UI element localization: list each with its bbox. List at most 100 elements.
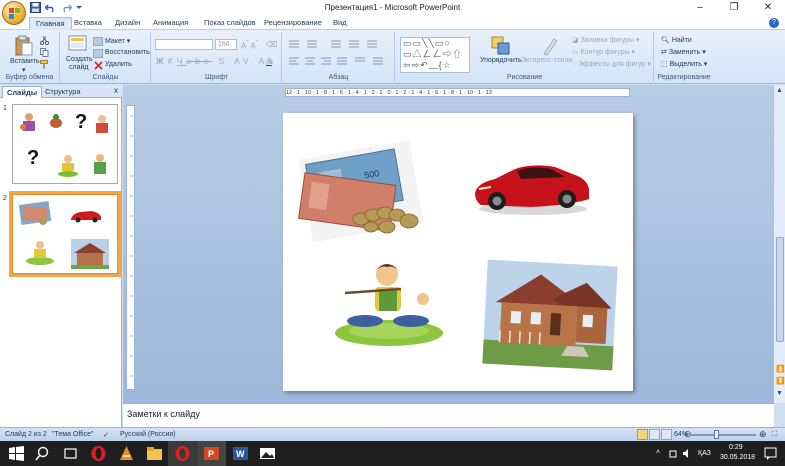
normal-view-icon[interactable] [637, 429, 648, 440]
paste-dropdown-icon[interactable]: ▾ [22, 66, 26, 74]
windows-start-icon[interactable] [8, 445, 25, 462]
car-image[interactable] [471, 153, 591, 219]
shape-fill-button[interactable]: ◪ Заливка фигуры ▾ [572, 36, 640, 44]
office-logo-icon [9, 8, 20, 19]
fit-slide-icon[interactable]: ⛶ [772, 431, 777, 439]
select-button[interactable]: ⬚ Выделить ▾ [661, 60, 707, 68]
shapes-gallery[interactable]: ▭▭╲╲▭○ ▭△ㄥㄥ⇨⇧ ⇦⇨↶﹏{☆ [400, 37, 470, 73]
alignment-icons[interactable] [287, 56, 391, 68]
slide-sorter-icon[interactable] [649, 429, 660, 440]
previous-slide-icon[interactable]: ⏫ [776, 365, 785, 373]
grow-font-icon[interactable]: Aˆ Aˇ [241, 40, 258, 51]
opera-icon[interactable] [90, 445, 107, 462]
vlc-icon[interactable] [118, 445, 135, 462]
zoom-slider[interactable] [690, 434, 756, 436]
network-icon[interactable] [668, 445, 678, 462]
delete-slide-button[interactable]: Удалить [105, 61, 132, 68]
format-painter-icon[interactable] [40, 60, 49, 69]
notes-placeholder: Заметки к слайду [127, 409, 200, 419]
tab-slides[interactable]: Слайды [2, 86, 43, 98]
arrange-icon[interactable] [491, 36, 511, 56]
clear-format-icon[interactable]: ⌫ [266, 40, 277, 49]
panel-tabs: Слайды Структура x [0, 85, 122, 98]
slideshow-view-icon[interactable] [661, 429, 672, 440]
vertical-scrollbar[interactable]: ▲ ⏫ ⏬ ▼ [773, 85, 785, 403]
tab-outline[interactable]: Структура [41, 86, 85, 98]
volume-icon[interactable] [682, 445, 692, 462]
word-icon[interactable]: W [232, 445, 249, 462]
scroll-up-icon[interactable]: ▲ [776, 87, 783, 94]
group-editing: 🔍︎ Найти ⇄ Заменить ▾ ⬚ Выделить ▾ Редак… [655, 32, 713, 82]
layout-button[interactable]: Макет ▾ [105, 37, 130, 45]
replace-button[interactable]: ⇄ Заменить ▾ [661, 48, 706, 56]
money-image[interactable]: 500 [297, 135, 429, 247]
notifications-icon[interactable] [762, 445, 779, 462]
font-family-combobox[interactable] [155, 39, 213, 50]
thumb2-boy-image [26, 241, 54, 265]
office-button[interactable] [2, 1, 26, 25]
close-button[interactable]: ✕ [751, 0, 785, 16]
scrollbar-thumb[interactable] [776, 237, 784, 342]
quick-styles-icon[interactable] [541, 36, 559, 56]
maximize-button[interactable]: ❐ [717, 0, 751, 16]
tab-review[interactable]: Рецензирование [258, 17, 328, 30]
find-button[interactable]: 🔍︎ Найти [661, 36, 692, 44]
tray-up-arrow-icon[interactable]: ˄ [656, 449, 660, 456]
minimize-button[interactable]: – [683, 0, 717, 16]
slide-thumbnail-1[interactable]: ? ? [12, 104, 118, 184]
zoom-slider-knob[interactable] [714, 430, 719, 439]
slide-thumbnail-2[interactable] [9, 191, 121, 277]
copy-icon[interactable] [40, 48, 49, 57]
font-style-icons[interactable]: ЖКЧabc S AV Aa [156, 56, 277, 66]
reset-button[interactable]: Восстановить [105, 49, 150, 56]
thumb1-question-mark-2: ? [27, 147, 40, 169]
clock-time[interactable]: 0:29 [729, 444, 743, 451]
language-indicator[interactable]: Русский (Россия) [120, 431, 176, 438]
tab-animation[interactable]: Анимация [147, 17, 194, 30]
arrange-button[interactable]: Упорядочить [480, 57, 522, 64]
thumb1-people-image [20, 113, 35, 131]
shape-effects-button[interactable]: ◌ Эффекты для фигур ▾ [572, 60, 651, 68]
help-icon[interactable]: ? [769, 18, 779, 28]
tab-insert[interactable]: Вставка [68, 17, 108, 30]
file-explorer-icon[interactable] [146, 445, 163, 462]
zoom-in-icon[interactable]: ⊕ [759, 429, 767, 440]
group-label-paragraph: Абзац [328, 74, 349, 81]
paste-icon[interactable] [14, 35, 34, 57]
paste-button[interactable]: Вставить [10, 58, 40, 65]
list-indent-icons[interactable] [287, 39, 391, 51]
slide-number-2: 2 [3, 195, 7, 202]
scroll-down-icon[interactable]: ▼ [776, 390, 783, 397]
tab-slideshow[interactable]: Показ слайдов [198, 17, 262, 30]
new-slide-button[interactable]: Создать [66, 56, 93, 63]
tab-home[interactable]: Главная [29, 17, 72, 30]
font-size-combobox[interactable]: 166 [215, 39, 237, 50]
notes-pane[interactable]: Заметки к слайду [123, 403, 774, 427]
slide-number-1: 1 [3, 105, 7, 112]
quick-styles-button[interactable]: Экспресс-стили [521, 57, 572, 64]
new-slide-icon[interactable] [68, 35, 88, 53]
photos-icon[interactable] [259, 445, 276, 462]
group-slides: Создать слайд Макет ▾ Восстановить Удали… [61, 32, 151, 82]
spellcheck-icon[interactable]: ✓ [103, 431, 109, 439]
new-slide-button-line2[interactable]: слайд [69, 64, 88, 71]
slide-counter: Слайд 2 из 2 [5, 431, 47, 438]
tab-view[interactable]: Вид [327, 17, 353, 30]
close-panel-icon[interactable]: x [114, 86, 118, 95]
boy-image[interactable] [331, 259, 443, 349]
title-bar: Презентация1 - Microsoft PowerPoint – ❐ … [0, 0, 785, 16]
font-color-icon[interactable]: A [266, 56, 272, 66]
tab-design[interactable]: Дизайн [109, 17, 146, 30]
task-view-icon[interactable] [62, 445, 79, 462]
next-slide-icon[interactable]: ⏬ [776, 377, 785, 385]
current-slide[interactable]: 500 [283, 113, 633, 391]
opera-active-icon[interactable] [174, 445, 191, 462]
clock-date[interactable]: 30.05.2018 [720, 454, 755, 461]
thumb1-question-mark-1: ? [75, 111, 88, 133]
shape-outline-button[interactable]: ▭ Контур фигуры ▾ [572, 48, 635, 56]
keyboard-language[interactable]: ҚАЗ [698, 450, 711, 457]
cut-icon[interactable] [40, 36, 49, 45]
search-icon[interactable] [34, 445, 51, 462]
powerpoint-icon[interactable]: P [203, 445, 220, 462]
house-image[interactable] [481, 259, 619, 371]
